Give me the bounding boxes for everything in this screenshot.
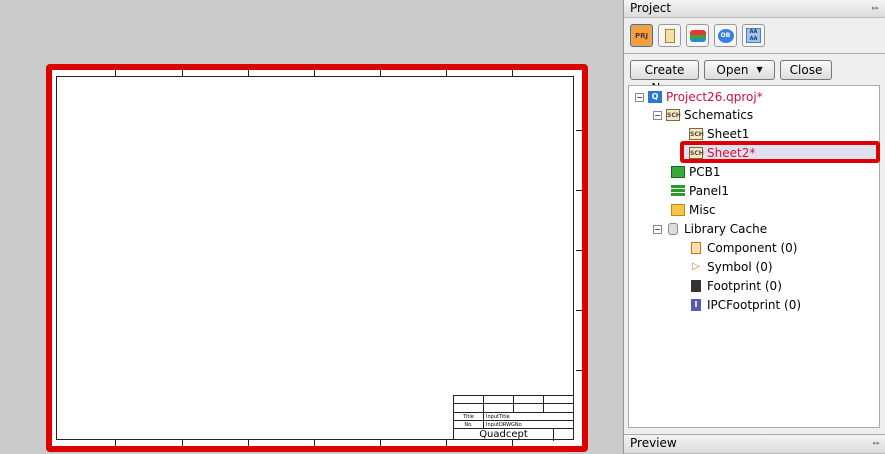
project-icon[interactable]: PRJ	[630, 24, 653, 47]
database-icon	[668, 223, 678, 235]
tree-item-panel1[interactable]: Panel1	[671, 182, 729, 200]
schematic-icon: SCH	[689, 147, 704, 159]
zone-tick	[314, 440, 315, 446]
zone-tick	[182, 70, 183, 76]
label: Project26.qproj*	[666, 90, 763, 104]
title-label: Title	[454, 413, 484, 420]
zone-tick	[248, 440, 249, 446]
zone-tick	[380, 440, 381, 446]
zone-tick	[182, 440, 183, 446]
panel-toolbar: PRJ OB AA AA	[624, 18, 885, 54]
preview-title: Preview	[630, 436, 677, 450]
expand-icon[interactable]: ▸▸	[873, 435, 880, 452]
zone-tick	[446, 70, 447, 76]
footprint-icon	[691, 280, 701, 292]
preview-panel-header[interactable]: Preview ▸▸	[624, 434, 885, 454]
zone-tick	[576, 370, 582, 371]
label: Panel1	[689, 184, 730, 198]
create-new-button[interactable]: Create New	[630, 60, 699, 95]
ob-icon[interactable]: OB	[714, 24, 737, 47]
open-label: Open	[716, 63, 749, 77]
layers-icon[interactable]	[686, 24, 709, 47]
zone-tick	[512, 70, 513, 76]
schematic-icon: SCH	[666, 109, 681, 121]
quadcept-logo: Quadcept	[479, 429, 528, 440]
zone-tick	[248, 70, 249, 76]
zone-tick	[576, 130, 582, 131]
project-tree[interactable]: − Q Project26.qproj* − SCH Schematics SCH She…	[628, 85, 880, 428]
title-block: Title InputTitle No. InputDRWGNo Quadcept	[453, 395, 573, 441]
tree-item-symbol[interactable]: ▷ Symbol (0)	[689, 258, 773, 276]
label: Symbol (0)	[707, 260, 773, 274]
label: Library Cache	[684, 222, 768, 236]
zone-tick	[512, 440, 513, 446]
pcb-icon	[671, 166, 685, 178]
panel-title: Project	[630, 1, 672, 15]
close-button[interactable]: Close	[780, 60, 832, 80]
zone-tick	[576, 250, 582, 251]
label: Component (0)	[707, 241, 798, 255]
label: IPCFootprint (0)	[707, 298, 802, 312]
ipc-footprint-icon: I	[691, 299, 701, 311]
zone-tick	[576, 190, 582, 191]
aa-icon[interactable]: AA AA	[742, 24, 765, 47]
panel-icon	[671, 185, 685, 197]
collapse-icon[interactable]: ▸▸	[872, 0, 879, 17]
schematic-sheet[interactable]: Title InputTitle No. InputDRWGNo Quadcept	[46, 64, 588, 452]
label: Sheet1	[707, 127, 750, 141]
component-icon[interactable]	[658, 24, 681, 47]
project-file-icon: Q	[648, 91, 662, 103]
label: Schematics	[684, 108, 754, 122]
tree-item-library-cache[interactable]: − Library Cache	[653, 220, 767, 238]
dropdown-arrow-icon: ▼	[756, 65, 763, 74]
schematic-icon: SCH	[689, 128, 704, 140]
tree-item-misc[interactable]: Misc	[671, 201, 716, 219]
symbol-icon: ▷	[692, 261, 700, 272]
zone-tick	[314, 70, 315, 76]
tree-item-sheet1[interactable]: SCH Sheet1	[689, 125, 749, 143]
tree-item-ipcfootprint[interactable]: I IPCFootprint (0)	[689, 296, 801, 314]
project-panel-header: Project ▸▸	[624, 0, 885, 18]
no-value: InputDRWGNo	[486, 422, 522, 428]
component-icon	[691, 242, 701, 254]
zone-tick	[380, 70, 381, 76]
zone-tick	[446, 440, 447, 446]
no-label: No.	[454, 421, 484, 428]
project-panel: Project▸▸ PRJ OB AA AA Create New Open▼ …	[623, 0, 885, 454]
collapse-icon[interactable]: −	[653, 110, 662, 120]
tree-item-component[interactable]: Component (0)	[689, 239, 797, 257]
zone-tick	[115, 70, 116, 76]
tree-item-schematics[interactable]: − SCH Schematics	[653, 106, 753, 124]
label: PCB1	[689, 165, 721, 179]
zone-tick	[576, 310, 582, 311]
tree-item-sheet2[interactable]: SCH Sheet2*	[689, 144, 755, 162]
sheet-frame: Title InputTitle No. InputDRWGNo Quadcept	[56, 76, 574, 441]
folder-icon	[671, 204, 685, 216]
collapse-icon[interactable]: −	[653, 224, 662, 234]
tree-item-footprint[interactable]: Footprint (0)	[689, 277, 782, 295]
label: Sheet2*	[707, 146, 756, 160]
schematic-canvas[interactable]: Title InputTitle No. InputDRWGNo Quadcept	[0, 0, 622, 454]
open-button[interactable]: Open ▼	[704, 60, 775, 80]
label: Misc	[689, 203, 716, 217]
tree-item-project[interactable]: − Q Project26.qproj*	[635, 88, 763, 106]
tree-item-pcb1[interactable]: PCB1	[671, 163, 720, 181]
collapse-icon[interactable]: −	[635, 92, 644, 102]
title-value: InputTitle	[486, 414, 510, 420]
label: Footprint (0)	[707, 279, 782, 293]
zone-tick	[115, 440, 116, 446]
